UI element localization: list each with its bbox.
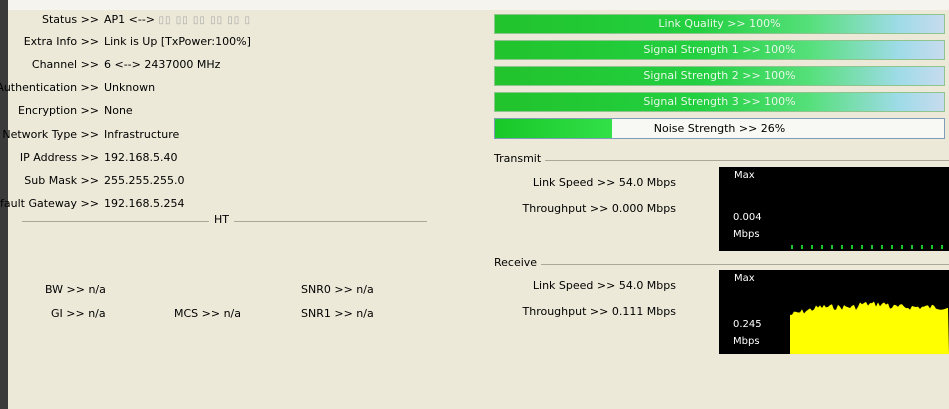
status-label: Status >> <box>42 13 99 26</box>
link-quality-text: Link Quality >> 100% <box>658 17 781 30</box>
transmit-graph-tick <box>901 245 903 249</box>
receive-title: Receive <box>494 256 542 269</box>
transmit-separator <box>494 160 949 161</box>
transmit-title: Transmit <box>494 152 546 165</box>
link-quality-bar: Link Quality >> 100% <box>494 14 945 34</box>
transmit-graph-tick <box>801 245 803 249</box>
default-gateway-value: 192.168.5.254 <box>104 197 185 210</box>
receive-separator <box>494 264 949 265</box>
transmit-graph-tick <box>931 245 933 249</box>
transmit-graph: Max 0.004 Mbps <box>719 167 949 251</box>
channel-label: Channel >> <box>31 58 99 71</box>
receive-graph-plot <box>790 301 949 354</box>
authentication-label: Authentication >> <box>0 81 99 94</box>
masked-mac-address: ▯▯ ▯▯ ▯▯ ▯▯ ▯▯ ▯ <box>158 15 251 26</box>
extra-info-label: Extra Info >> <box>23 35 99 48</box>
authentication-value: Unknown <box>104 81 156 94</box>
transmit-graph-tick <box>791 245 793 249</box>
sub-mask-value: 255.255.255.0 <box>104 174 185 187</box>
transmit-graph-tick <box>821 245 823 249</box>
signal-strength-3-bar: Signal Strength 3 >> 100% <box>494 92 945 112</box>
extra-info-value: Link is Up [TxPower:100%] <box>104 35 251 48</box>
status-value: AP1 <--> ▯▯ ▯▯ ▯▯ ▯▯ ▯▯ ▯ <box>104 11 251 29</box>
signal-strength-3-text: Signal Strength 3 >> 100% <box>643 95 796 108</box>
receive-throughput: Throughput >> 0.111 Mbps <box>522 305 677 318</box>
encryption-value: None <box>104 104 133 117</box>
ip-address-label: IP Address >> <box>19 151 99 164</box>
signal-strength-2-bar: Signal Strength 2 >> 100% <box>494 66 945 86</box>
noise-strength-text: Noise Strength >> 26% <box>653 122 786 135</box>
snr1-value: SNR1 >> n/a <box>301 307 374 320</box>
transmit-graph-tick <box>881 245 883 249</box>
network-type-label: Network Type >> <box>2 128 99 141</box>
link-status-panel: Status >> AP1 <--> ▯▯ ▯▯ ▯▯ ▯▯ ▯▯ ▯ Extr… <box>0 0 949 409</box>
signal-strength-1-bar: Signal Strength 1 >> 100% <box>494 40 945 60</box>
transmit-graph-tick <box>921 245 923 249</box>
noise-strength-bar: Noise Strength >> 26% <box>494 118 945 139</box>
channel-value: 6 <--> 2437000 MHz <box>104 58 221 71</box>
transmit-graph-tick <box>911 245 913 249</box>
transmit-link-speed: Link Speed >> 54.0 Mbps <box>532 176 676 189</box>
transmit-graph-tick <box>861 245 863 249</box>
transmit-graph-tick <box>851 245 853 249</box>
transmit-graph-tick <box>941 245 943 249</box>
ip-address-value: 192.168.5.40 <box>104 151 178 164</box>
encryption-label: Encryption >> <box>18 104 99 117</box>
transmit-graph-tick <box>891 245 893 249</box>
status-value-text: AP1 <--> <box>104 13 159 26</box>
sub-mask-label: Sub Mask >> <box>24 174 99 187</box>
signal-strength-1-text: Signal Strength 1 >> 100% <box>643 43 796 56</box>
snr0-value: SNR0 >> n/a <box>301 283 374 296</box>
gi-value: GI >> n/a <box>51 307 106 320</box>
default-gateway-label: Default Gateway >> <box>0 197 99 210</box>
receive-link-speed: Link Speed >> 54.0 Mbps <box>532 279 676 292</box>
transmit-graph-tick <box>831 245 833 249</box>
ht-title: HT <box>209 213 234 227</box>
mcs-value: MCS >> n/a <box>174 307 241 320</box>
receive-graph: Max 0.245 Mbps <box>719 270 949 354</box>
transmit-graph-plot <box>791 245 943 249</box>
receive-throughput-area <box>790 301 949 354</box>
signal-strength-2-text: Signal Strength 2 >> 100% <box>643 69 796 82</box>
bw-value: BW >> n/a <box>45 283 106 296</box>
network-type-value: Infrastructure <box>104 128 180 141</box>
transmit-graph-tick <box>841 245 843 249</box>
transmit-throughput: Throughput >> 0.000 Mbps <box>522 202 677 215</box>
transmit-graph-tick <box>811 245 813 249</box>
top-strip <box>8 0 949 10</box>
transmit-graph-tick <box>871 245 873 249</box>
